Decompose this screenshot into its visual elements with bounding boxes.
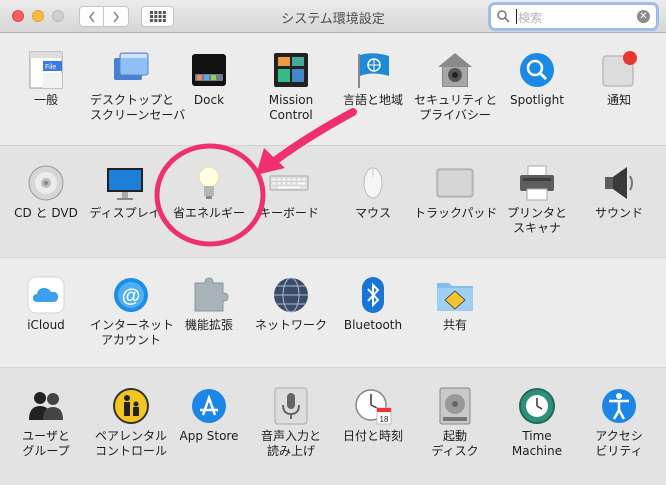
- pref-label: Mission: [268, 93, 314, 107]
- pref-label: Time: [522, 429, 552, 443]
- pref-row-1: [0, 33, 666, 146]
- pref-label: トラックパッド: [414, 206, 498, 220]
- security-house-icon: [435, 50, 475, 90]
- pref-label: 言語と地域: [342, 93, 403, 107]
- pref-label: キーボード: [258, 206, 319, 220]
- network-globe-icon: [271, 275, 311, 315]
- pref-label: 起動: [442, 429, 467, 443]
- chevron-left-icon: [88, 11, 95, 22]
- display-icon: [105, 163, 145, 203]
- notifications-icon: [599, 50, 639, 90]
- hard-disk-icon: [435, 386, 475, 426]
- pref-row-2: [0, 146, 666, 258]
- close-window-button[interactable]: [12, 10, 24, 22]
- lightbulb-icon: [189, 163, 229, 203]
- accessibility-icon: [599, 386, 639, 426]
- pref-label: サウンド: [594, 206, 643, 220]
- pref-label: 一般: [33, 93, 58, 107]
- pref-label: 共有: [442, 318, 467, 332]
- pref-label: Dock: [193, 93, 225, 107]
- pref-label: Bluetooth: [343, 318, 403, 332]
- microphone-icon: [271, 386, 311, 426]
- pref-label: コントロール: [94, 444, 167, 458]
- pref-label: Spotlight: [510, 93, 564, 107]
- trackpad-icon: [435, 163, 475, 203]
- search-placeholder: 検索: [518, 11, 543, 25]
- speaker-icon: [599, 163, 639, 203]
- pref-label: ディスプレイ: [89, 206, 161, 220]
- zoom-window-button[interactable]: [52, 10, 64, 22]
- internet-accounts-icon: @: [111, 275, 151, 315]
- pref-label: App Store: [179, 429, 239, 443]
- general-icon: File: [26, 50, 66, 90]
- parental-controls-icon: [111, 386, 151, 426]
- pref-label: Machine: [511, 444, 563, 458]
- svg-text:@: @: [122, 286, 141, 307]
- grid-icon: [149, 11, 166, 22]
- pref-label: 読み上げ: [266, 444, 315, 458]
- pref-label: デスクトップと: [90, 93, 175, 107]
- puzzle-piece-icon: [189, 275, 229, 315]
- chevron-right-icon: [113, 11, 120, 22]
- pref-label: iCloud: [27, 318, 65, 332]
- text-cursor: [516, 9, 517, 24]
- pref-label: セキュリティと: [414, 93, 498, 107]
- pref-label: グループ: [22, 444, 70, 458]
- show-all-button[interactable]: [141, 6, 174, 27]
- pref-row-4: [0, 368, 666, 485]
- pref-label: ビリティ: [595, 444, 643, 458]
- clock-calendar-icon: 18: [353, 386, 393, 426]
- pref-label: 省エネルギー: [172, 206, 245, 220]
- pref-label: ネットワーク: [254, 318, 327, 332]
- printer-icon: [517, 163, 557, 203]
- pref-label: プライバシー: [419, 108, 491, 122]
- desktop-screensaver-icon: [111, 50, 151, 90]
- pref-label: スクリーンセーバ: [90, 108, 186, 122]
- mission-control-icon: [271, 50, 311, 90]
- pref-label: インターネット: [90, 318, 175, 332]
- pref-row-3: [0, 258, 666, 368]
- forward-button[interactable]: [104, 6, 129, 27]
- pref-label: アクセシ: [595, 429, 643, 443]
- bluetooth-icon: [353, 275, 393, 315]
- back-button[interactable]: [79, 6, 104, 27]
- pref-label: プリンタと: [506, 206, 567, 220]
- pref-label: ユーザと: [22, 429, 70, 443]
- pref-label: アカウント: [100, 333, 161, 347]
- pref-label: マウス: [354, 206, 391, 220]
- users-groups-icon: [26, 386, 66, 426]
- mouse-icon: [353, 163, 393, 203]
- keyboard-icon: [269, 163, 309, 203]
- sharing-folder-icon: [435, 275, 475, 315]
- cd-dvd-icon: [26, 163, 66, 203]
- pref-label: CD と DVD: [14, 206, 78, 220]
- search-icon: [497, 10, 510, 23]
- pref-label: 音声入力と: [260, 429, 321, 443]
- pref-label: スキャナ: [512, 221, 561, 235]
- pref-label: Control: [269, 108, 313, 122]
- icloud-icon: [26, 275, 66, 315]
- clear-search-icon[interactable]: ✕: [637, 10, 650, 23]
- pref-label: ペアレンタル: [94, 429, 167, 443]
- app-store-icon: [189, 386, 229, 426]
- window-title: システム環境設定: [281, 12, 385, 27]
- svg-text:File: File: [45, 64, 56, 71]
- svg-text:18: 18: [380, 415, 389, 424]
- language-region-icon: [353, 50, 393, 90]
- search-field[interactable]: 検索 ✕: [490, 4, 657, 29]
- pref-label: ディスク: [431, 444, 479, 458]
- pref-label: 日付と時刻: [342, 429, 403, 443]
- time-machine-icon: [517, 386, 557, 426]
- pref-label: 通知: [606, 93, 631, 107]
- title-bar: システム環境設定 検索 ✕: [0, 0, 666, 33]
- spotlight-icon: [517, 50, 557, 90]
- minimize-window-button[interactable]: [32, 10, 44, 22]
- pref-label: 機能拡張: [184, 318, 233, 332]
- dock-icon: [189, 50, 229, 90]
